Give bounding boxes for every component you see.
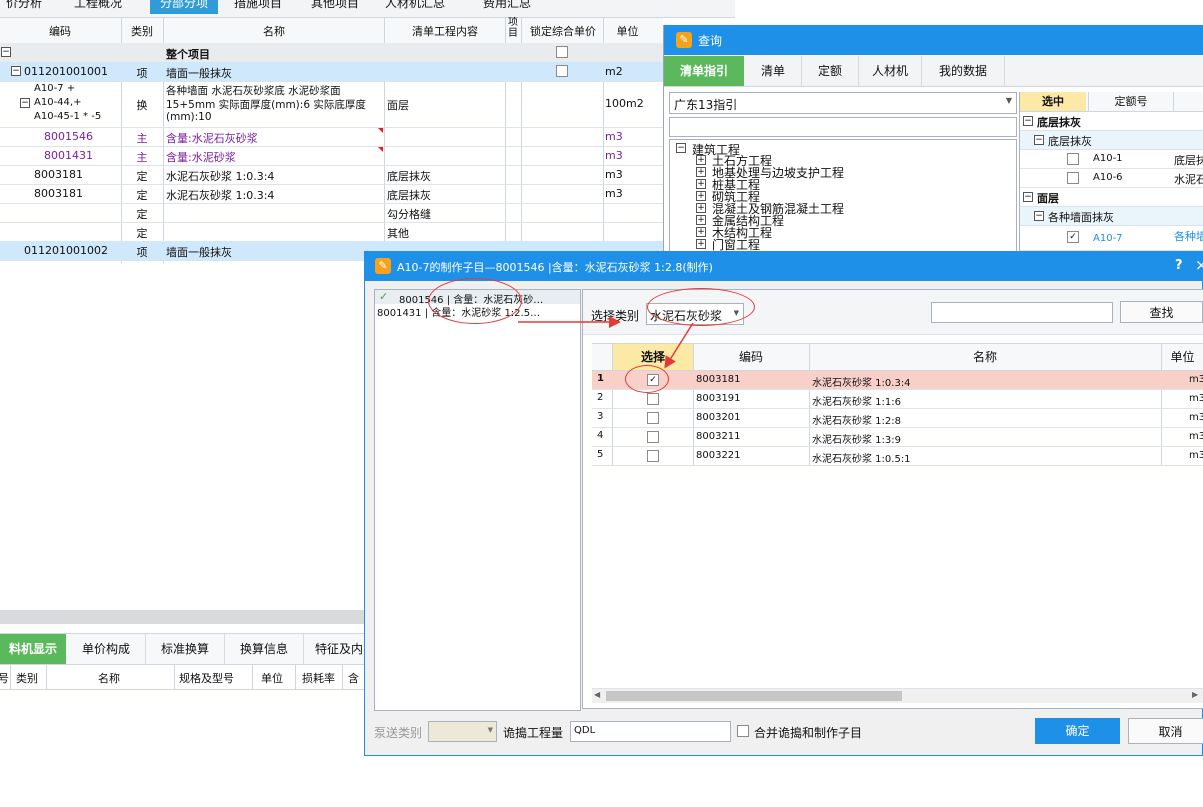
annotation-arrows [518, 316, 694, 369]
annotation-arrow [664, 322, 694, 369]
